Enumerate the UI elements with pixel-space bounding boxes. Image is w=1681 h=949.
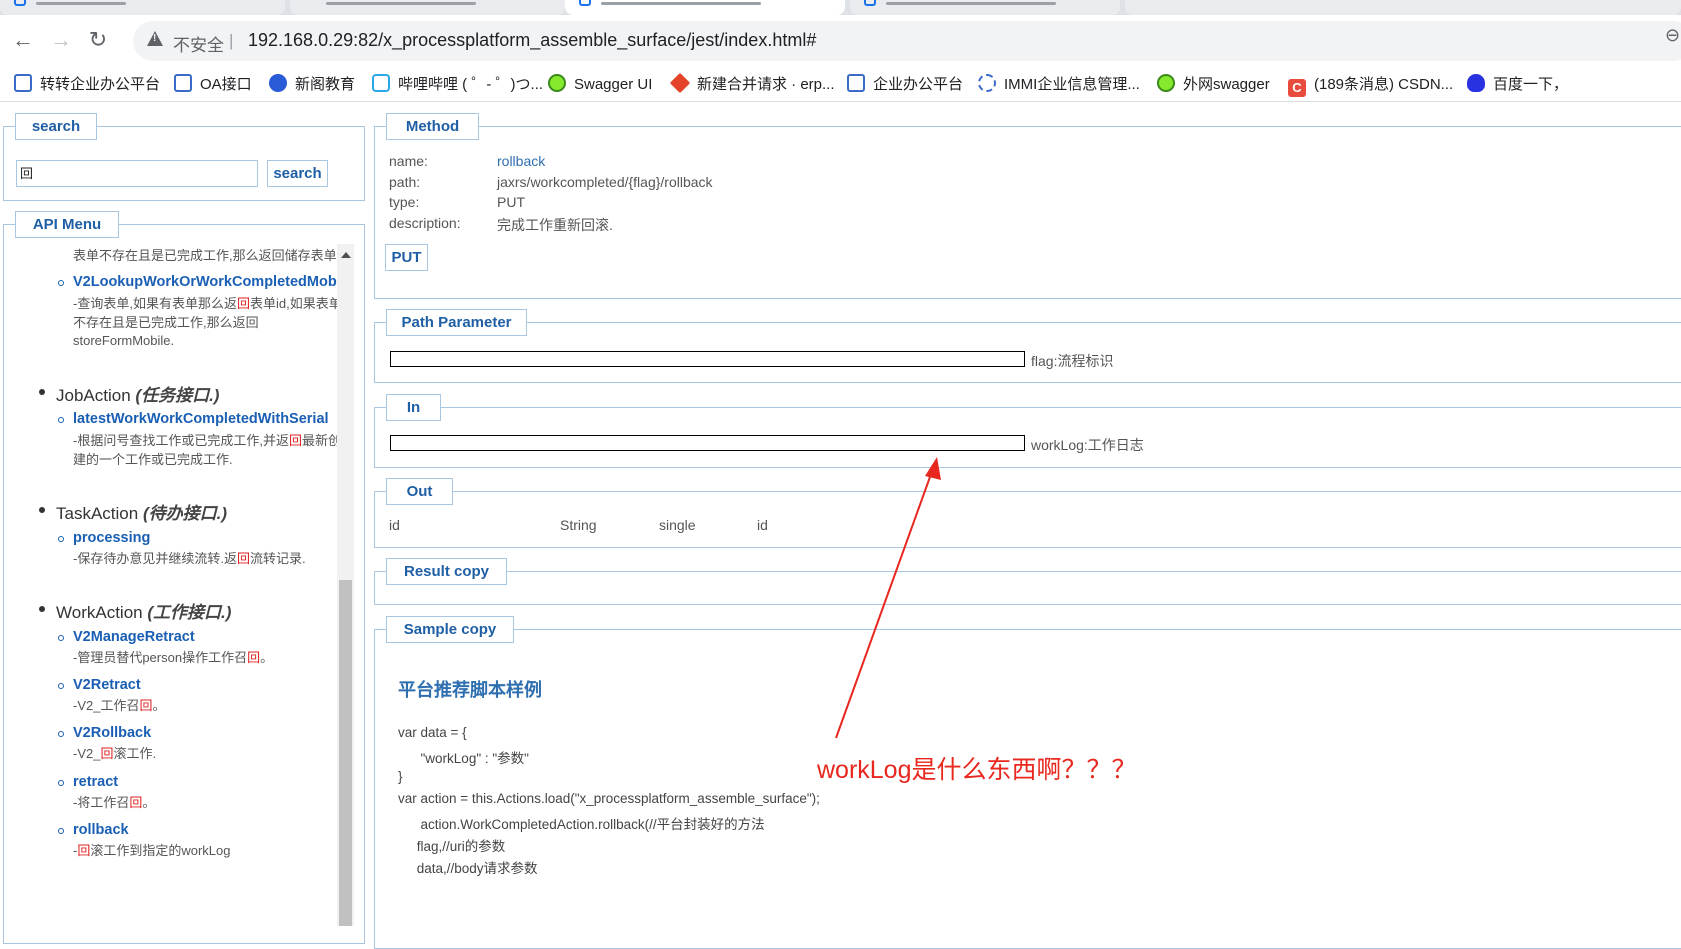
- annotation-arrowhead-icon: [925, 457, 941, 480]
- annotation-overlay: [835, 457, 941, 739]
- annotation-text: workLog是什么东西啊？？？: [817, 756, 1137, 784]
- annotation-arrow-line: [835, 462, 936, 739]
